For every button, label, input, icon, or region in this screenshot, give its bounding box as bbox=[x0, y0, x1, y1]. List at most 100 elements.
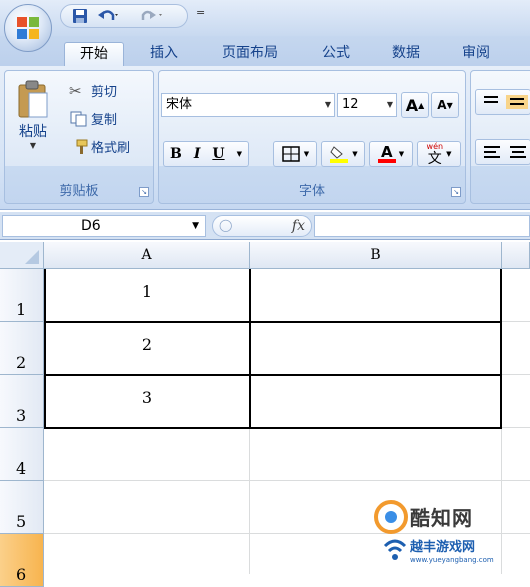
redo-icon[interactable] bbox=[139, 7, 165, 25]
font-color-label: A bbox=[380, 143, 393, 161]
paste-button[interactable]: 粘贴 ▼ bbox=[9, 79, 57, 175]
paste-icon bbox=[18, 80, 48, 118]
cell-a2[interactable]: 2 bbox=[44, 335, 250, 354]
paste-dropdown-arrow-icon[interactable]: ▼ bbox=[30, 141, 36, 150]
tab-home[interactable]: 开始 bbox=[64, 42, 124, 66]
cut-label: 剪切 bbox=[91, 85, 118, 100]
gridline bbox=[502, 321, 530, 322]
undo-icon[interactable] bbox=[97, 7, 119, 25]
italic-button[interactable]: I bbox=[194, 146, 201, 162]
gridline bbox=[502, 374, 530, 375]
gridline bbox=[502, 427, 530, 428]
name-box-value: D6 bbox=[81, 218, 101, 234]
font-size-combo[interactable]: 12 ▼ bbox=[337, 93, 397, 117]
alignment-group bbox=[470, 70, 530, 204]
gridline bbox=[249, 427, 250, 574]
align-left-icon bbox=[484, 146, 526, 158]
fx-button-area: ◯ fx bbox=[212, 215, 312, 237]
clipboard-group: 粘贴 ▼ ✂ 剪切 复制 格式刷 剪贴板 ↘ bbox=[4, 70, 154, 204]
align-left-button[interactable] bbox=[475, 139, 530, 165]
row-header-1[interactable]: 1 bbox=[0, 269, 44, 322]
table-border bbox=[44, 321, 502, 323]
select-all-button[interactable] bbox=[0, 242, 44, 269]
clipboard-group-label: 剪贴板 bbox=[59, 184, 99, 199]
table-border bbox=[44, 427, 502, 429]
tab-formulas[interactable]: 公式 bbox=[312, 42, 360, 66]
row-header-4[interactable]: 4 bbox=[0, 428, 44, 481]
row-header-6[interactable]: 6 bbox=[0, 534, 44, 587]
office-logo-icon bbox=[17, 17, 39, 39]
fill-color-button[interactable]: ▼ bbox=[321, 141, 365, 167]
underline-dropdown-icon[interactable]: ▼ bbox=[237, 150, 242, 158]
grow-font-button[interactable]: A ▲ bbox=[401, 92, 429, 118]
font-name-value: 宋体 bbox=[166, 97, 193, 112]
shrink-font-label: A bbox=[437, 98, 447, 112]
formula-bar-handle-icon[interactable]: ◯ bbox=[219, 218, 232, 232]
clipboard-launcher-icon[interactable]: ↘ bbox=[139, 187, 149, 197]
borders-icon bbox=[282, 146, 300, 162]
title-bar: = bbox=[0, 0, 530, 36]
watermark-brand: 酷知网 bbox=[410, 506, 473, 530]
phonetic-dropdown-icon[interactable]: ▼ bbox=[446, 150, 451, 158]
cell-a3[interactable]: 3 bbox=[44, 388, 250, 407]
column-header-b[interactable]: B bbox=[250, 242, 502, 269]
row-header-3[interactable]: 3 bbox=[0, 375, 44, 428]
name-box[interactable]: D6 ▼ bbox=[2, 215, 206, 237]
font-name-dropdown-icon[interactable]: ▼ bbox=[325, 94, 331, 116]
tab-insert[interactable]: 插入 bbox=[140, 42, 188, 66]
phonetic-char: 文 bbox=[427, 151, 442, 167]
font-color-button[interactable]: A ▼ bbox=[369, 141, 413, 167]
table-border bbox=[44, 374, 502, 376]
shrink-font-button[interactable]: A ▼ bbox=[431, 92, 459, 118]
borders-button[interactable]: ▼ bbox=[273, 141, 317, 167]
column-header-a[interactable]: A bbox=[44, 242, 250, 269]
ribbon-tabs: 开始 插入 页面布局 公式 数据 审阅 bbox=[0, 36, 530, 66]
paste-label: 粘贴 bbox=[19, 124, 47, 140]
copy-button[interactable]: 复制 bbox=[69, 109, 117, 128]
insert-function-button[interactable]: fx bbox=[292, 216, 305, 236]
office-button[interactable] bbox=[4, 4, 52, 52]
font-launcher-icon[interactable]: ↘ bbox=[451, 187, 461, 197]
customize-quick-access-icon[interactable]: = bbox=[196, 6, 205, 19]
borders-dropdown-icon[interactable]: ▼ bbox=[304, 150, 309, 158]
phonetic-button[interactable]: wén 文 ▼ bbox=[417, 141, 461, 167]
watermark-logo-icon bbox=[374, 500, 408, 534]
fill-color-dropdown-icon[interactable]: ▼ bbox=[352, 150, 357, 158]
copy-icon bbox=[70, 111, 87, 126]
table-border bbox=[500, 269, 502, 428]
fill-bucket-icon bbox=[330, 146, 349, 163]
watermark: 酷知网 越丰游戏网 www.yueyangbang.com bbox=[372, 500, 530, 574]
underline-button[interactable]: U bbox=[212, 146, 224, 162]
bold-button[interactable]: B bbox=[170, 146, 182, 162]
grow-font-label: A bbox=[405, 95, 419, 115]
table-border bbox=[44, 269, 46, 428]
align-top-button[interactable] bbox=[475, 89, 530, 115]
table-border bbox=[249, 269, 251, 428]
font-group-label: 字体 bbox=[298, 184, 325, 199]
tab-page-layout[interactable]: 页面布局 bbox=[210, 42, 290, 66]
font-group: 宋体 ▼ 12 ▼ A ▲ A ▼ B I U ▼ ▼ ▼ A ▼ wén 文 … bbox=[158, 70, 466, 204]
font-name-combo[interactable]: 宋体 ▼ bbox=[161, 93, 335, 117]
scissors-icon: ✂ bbox=[69, 81, 82, 100]
format-painter-button[interactable]: 格式刷 bbox=[69, 137, 130, 156]
cut-button[interactable]: ✂ 剪切 bbox=[69, 81, 118, 101]
tab-review[interactable]: 审阅 bbox=[452, 42, 500, 66]
name-box-dropdown-icon[interactable]: ▼ bbox=[192, 216, 199, 236]
row-header-5[interactable]: 5 bbox=[0, 481, 44, 534]
gridline bbox=[44, 480, 530, 481]
style-button-group: B I U ▼ bbox=[163, 141, 249, 167]
tab-data[interactable]: 数据 bbox=[382, 42, 430, 66]
format-painter-label: 格式刷 bbox=[91, 141, 131, 156]
column-header-c[interactable] bbox=[502, 242, 530, 269]
copy-label: 复制 bbox=[91, 113, 118, 128]
watermark-wifi-icon bbox=[383, 539, 407, 560]
format-painter-icon bbox=[76, 139, 88, 154]
row-header-2[interactable]: 2 bbox=[0, 322, 44, 375]
formula-input[interactable] bbox=[314, 215, 530, 237]
font-size-dropdown-icon[interactable]: ▼ bbox=[387, 94, 393, 116]
font-color-dropdown-icon[interactable]: ▼ bbox=[399, 150, 404, 158]
save-icon[interactable] bbox=[71, 7, 89, 25]
align-lines-icon bbox=[484, 95, 528, 109]
ribbon: 粘贴 ▼ ✂ 剪切 复制 格式刷 剪贴板 ↘ 宋体 ▼ 12 ▼ A ▲ A ▼… bbox=[0, 66, 530, 210]
cell-a1[interactable]: 1 bbox=[44, 282, 250, 301]
